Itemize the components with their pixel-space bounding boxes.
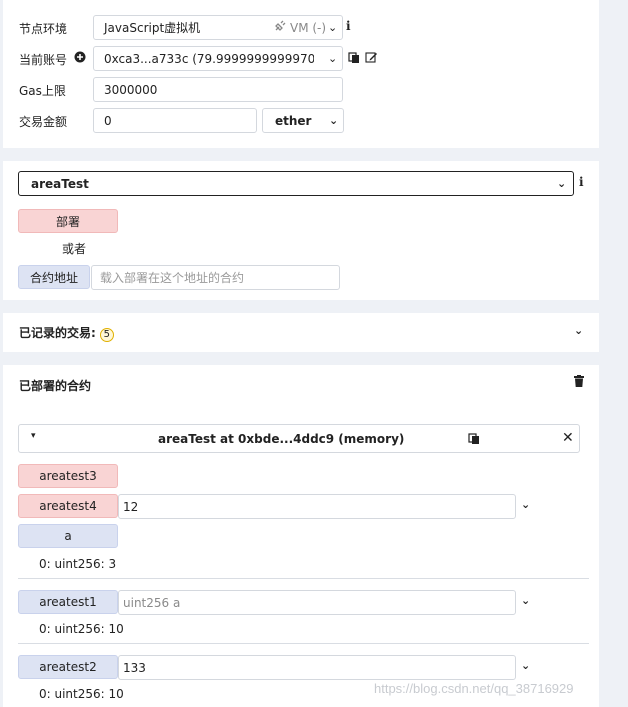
deployed-contracts-title: 已部署的合约 — [19, 379, 92, 393]
environment-label: 节点环境 — [19, 22, 68, 36]
gas-limit-value: 3000000 — [104, 82, 158, 97]
info-icon[interactable]: i — [346, 19, 351, 33]
trash-icon[interactable] — [574, 375, 584, 390]
function-button-areatest4[interactable]: areatest4 — [18, 494, 118, 518]
recorded-transactions-title: 已记录的交易: 5 — [19, 324, 114, 342]
info-icon[interactable]: i — [579, 175, 584, 189]
chevron-down-icon[interactable]: ⌄ — [521, 498, 530, 511]
gas-limit-input[interactable]: 3000000 — [93, 77, 343, 102]
divider — [18, 578, 589, 579]
run-settings-panel: 节点环境 JavaScript虚拟机 VM (-) ⌄ i 当前账号 0xca3… — [3, 0, 599, 148]
recorded-transactions-label: 已记录的交易: — [19, 326, 96, 340]
function-input-value: 133 — [123, 660, 146, 675]
chevron-down-icon[interactable]: ⌄ — [521, 594, 530, 607]
recorded-transactions-panel[interactable]: 已记录的交易: 5 ⌄ — [3, 313, 599, 352]
plug-icon — [274, 20, 286, 35]
chevron-down-icon: ⌄ — [328, 21, 338, 34]
copy-icon[interactable] — [348, 52, 360, 67]
chevron-down-icon: ⌄ — [329, 114, 339, 127]
at-address-button[interactable]: 合约地址 — [18, 265, 90, 289]
function-input-areatest1[interactable]: uint256 a — [118, 590, 516, 615]
caret-down-icon[interactable]: ▾ — [31, 431, 36, 441]
environment-select[interactable]: JavaScript虚拟机 VM (-) ⌄ — [93, 15, 343, 40]
function-output-areatest1: 0: uint256: 10 — [39, 622, 124, 636]
transaction-count-badge: 5 — [99, 328, 114, 342]
unit-value: ether — [275, 113, 312, 128]
close-icon[interactable]: ✕ — [562, 430, 574, 446]
function-output-areatest2: 0: uint256: 10 — [39, 687, 124, 701]
copy-icon[interactable] — [468, 433, 480, 448]
chevron-down-icon[interactable]: ⌄ — [574, 324, 583, 337]
function-button-areatest2[interactable]: areatest2 — [18, 655, 118, 679]
contract-instance-title: areaTest at 0xbde...4ddc9 (memory) — [158, 432, 405, 446]
vm-tag: VM (-) — [290, 20, 327, 35]
contract-instance-header[interactable]: ▾ areaTest at 0xbde...4ddc9 (memory) ✕ — [18, 424, 580, 453]
add-account-icon[interactable] — [74, 51, 86, 66]
function-input-areatest4[interactable]: 12 — [118, 494, 516, 519]
deployed-contracts-panel: 已部署的合约 ▾ areaTest at 0xbde...4ddc9 (memo… — [3, 365, 599, 707]
contract-select-value: areaTest — [31, 176, 89, 191]
deploy-panel: areaTest ⌄ i 部署 或者 合约地址 载入部署在这个地址的合约 — [3, 161, 599, 300]
divider — [18, 643, 589, 644]
watermark: https://blog.csdn.net/qq_38716929 — [374, 681, 574, 696]
value-label: 交易金额 — [19, 115, 68, 129]
value-input[interactable]: 0 — [93, 108, 257, 133]
right-scroll-area — [610, 0, 628, 707]
function-input-placeholder: uint256 a — [123, 595, 181, 610]
edit-icon[interactable] — [365, 51, 378, 67]
function-output-a: 0: uint256: 3 — [39, 557, 117, 571]
chevron-down-icon[interactable]: ⌄ — [521, 659, 530, 672]
gas-limit-label: Gas上限 — [19, 84, 66, 98]
function-input-value: 12 — [123, 499, 139, 514]
contract-select[interactable]: areaTest ⌄ — [18, 171, 574, 196]
function-button-a[interactable]: a — [18, 524, 118, 548]
function-button-areatest1[interactable]: areatest1 — [18, 590, 118, 614]
unit-select[interactable]: ether ⌄ — [262, 108, 344, 133]
function-input-areatest2[interactable]: 133 — [118, 655, 516, 680]
environment-value: JavaScript虚拟机 — [104, 21, 201, 35]
at-address-input[interactable]: 载入部署在这个地址的合约 — [91, 265, 340, 290]
account-label: 当前账号 — [19, 53, 68, 67]
account-select[interactable]: 0xca3...a733c (79.99999999999709172 ⌄ — [93, 46, 343, 71]
at-address-placeholder: 载入部署在这个地址的合约 — [100, 271, 245, 285]
or-text: 或者 — [62, 242, 87, 256]
account-value: 0xca3...a733c (79.99999999999709172 — [104, 51, 314, 66]
value-amount: 0 — [104, 113, 112, 128]
function-button-areatest3[interactable]: areatest3 — [18, 464, 118, 488]
chevron-down-icon: ⌄ — [557, 177, 567, 190]
chevron-down-icon: ⌄ — [328, 52, 338, 65]
deploy-button[interactable]: 部署 — [18, 209, 118, 233]
